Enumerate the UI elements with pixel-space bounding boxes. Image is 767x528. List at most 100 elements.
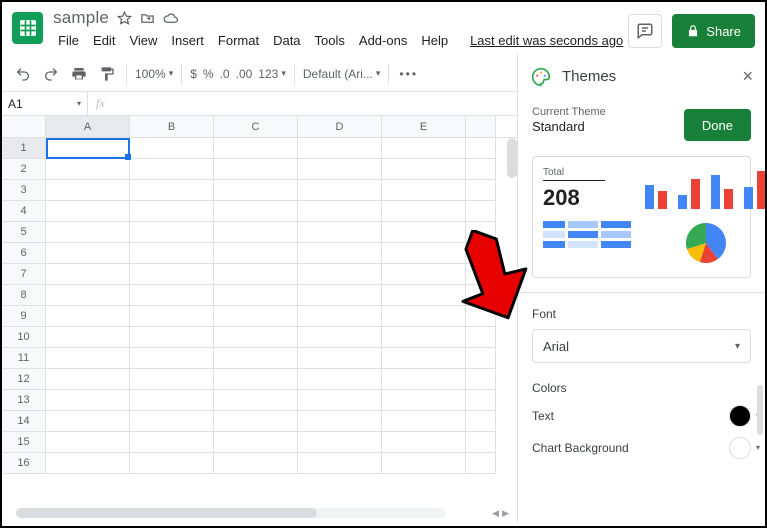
cell[interactable] <box>382 285 466 306</box>
undo-button[interactable] <box>10 61 36 87</box>
cell[interactable] <box>46 453 130 474</box>
sheet-nav-left-icon[interactable]: ◀ <box>492 508 499 519</box>
row-header[interactable]: 8 <box>2 285 46 306</box>
percent-button[interactable]: % <box>201 67 216 81</box>
cell[interactable] <box>46 138 130 159</box>
cell[interactable] <box>382 243 466 264</box>
cell[interactable] <box>382 264 466 285</box>
move-folder-icon[interactable] <box>140 11 155 26</box>
menu-help[interactable]: Help <box>416 31 453 50</box>
col-header[interactable]: A <box>46 116 130 137</box>
cell[interactable] <box>130 201 214 222</box>
cell[interactable] <box>46 243 130 264</box>
row-header[interactable]: 10 <box>2 327 46 348</box>
col-header[interactable]: B <box>130 116 214 137</box>
row-header[interactable]: 16 <box>2 453 46 474</box>
cell[interactable] <box>298 432 382 453</box>
menu-addons[interactable]: Add-ons <box>354 31 412 50</box>
dec-decimal-button[interactable]: .0 <box>218 67 232 81</box>
cell[interactable] <box>466 411 496 432</box>
row-header[interactable]: 4 <box>2 201 46 222</box>
cell[interactable] <box>466 222 496 243</box>
cell[interactable] <box>298 180 382 201</box>
cell[interactable] <box>214 411 298 432</box>
cell[interactable] <box>214 348 298 369</box>
cell[interactable] <box>466 243 496 264</box>
row-header[interactable]: 5 <box>2 222 46 243</box>
cell[interactable] <box>130 369 214 390</box>
cell[interactable] <box>382 222 466 243</box>
cell[interactable] <box>298 453 382 474</box>
cloud-status-icon[interactable] <box>163 11 178 26</box>
color-chartbg-swatch[interactable] <box>729 437 751 459</box>
menu-format[interactable]: Format <box>213 31 264 50</box>
inc-decimal-button[interactable]: .00 <box>234 67 255 81</box>
cell[interactable] <box>130 327 214 348</box>
cell[interactable] <box>466 159 496 180</box>
row-header[interactable]: 15 <box>2 432 46 453</box>
cell[interactable] <box>214 327 298 348</box>
cell[interactable] <box>46 390 130 411</box>
menu-edit[interactable]: Edit <box>88 31 120 50</box>
cell[interactable] <box>214 138 298 159</box>
cell[interactable] <box>298 222 382 243</box>
cell[interactable] <box>130 264 214 285</box>
menu-file[interactable]: File <box>53 31 84 50</box>
close-icon[interactable]: × <box>742 66 753 87</box>
share-button[interactable]: Share <box>672 14 755 48</box>
cell[interactable] <box>382 159 466 180</box>
cell[interactable] <box>382 180 466 201</box>
col-header[interactable]: D <box>298 116 382 137</box>
redo-button[interactable] <box>38 61 64 87</box>
comments-button[interactable] <box>628 14 662 48</box>
cell[interactable] <box>214 306 298 327</box>
cell[interactable] <box>214 243 298 264</box>
row-header[interactable]: 9 <box>2 306 46 327</box>
col-header[interactable]: E <box>382 116 466 137</box>
panel-scrollbar-thumb[interactable] <box>757 385 763 435</box>
menu-insert[interactable]: Insert <box>166 31 209 50</box>
cell[interactable] <box>298 411 382 432</box>
cell[interactable] <box>466 432 496 453</box>
cell[interactable] <box>46 348 130 369</box>
grid-scrollbar-h-thumb[interactable] <box>16 508 317 518</box>
row-header[interactable]: 1 <box>2 138 46 159</box>
sheet-nav-right-icon[interactable]: ▶ <box>502 508 509 519</box>
cell[interactable] <box>382 432 466 453</box>
cell[interactable] <box>298 159 382 180</box>
cell[interactable] <box>130 180 214 201</box>
currency-button[interactable]: $ <box>188 67 199 81</box>
color-text-swatch[interactable] <box>729 405 751 427</box>
cell[interactable] <box>466 306 496 327</box>
cell[interactable] <box>46 285 130 306</box>
cell[interactable] <box>298 306 382 327</box>
row-header[interactable]: 6 <box>2 243 46 264</box>
more-formats-dropdown[interactable]: 123 <box>256 67 288 81</box>
cell[interactable] <box>382 369 466 390</box>
cell[interactable] <box>298 201 382 222</box>
cell[interactable] <box>214 369 298 390</box>
cell[interactable] <box>130 306 214 327</box>
cell[interactable] <box>298 327 382 348</box>
cell[interactable] <box>382 327 466 348</box>
theme-preview-card[interactable]: Total 208 <box>532 156 751 278</box>
cell[interactable] <box>46 306 130 327</box>
cell[interactable] <box>382 306 466 327</box>
cell[interactable] <box>130 138 214 159</box>
row-header[interactable]: 7 <box>2 264 46 285</box>
cell[interactable] <box>130 453 214 474</box>
cell[interactable] <box>130 243 214 264</box>
cell[interactable] <box>382 348 466 369</box>
row-header[interactable]: 11 <box>2 348 46 369</box>
cell[interactable] <box>298 369 382 390</box>
doc-title[interactable]: sample <box>53 8 109 28</box>
row-header[interactable]: 14 <box>2 411 46 432</box>
star-icon[interactable] <box>117 11 132 26</box>
cell[interactable] <box>46 369 130 390</box>
cell[interactable] <box>298 243 382 264</box>
col-header[interactable] <box>466 116 496 137</box>
cell[interactable] <box>214 201 298 222</box>
spreadsheet-grid[interactable]: A B C D E 12345678910111213141516 ◀ ▶ <box>2 116 517 522</box>
cell[interactable] <box>466 453 496 474</box>
cell[interactable] <box>130 348 214 369</box>
